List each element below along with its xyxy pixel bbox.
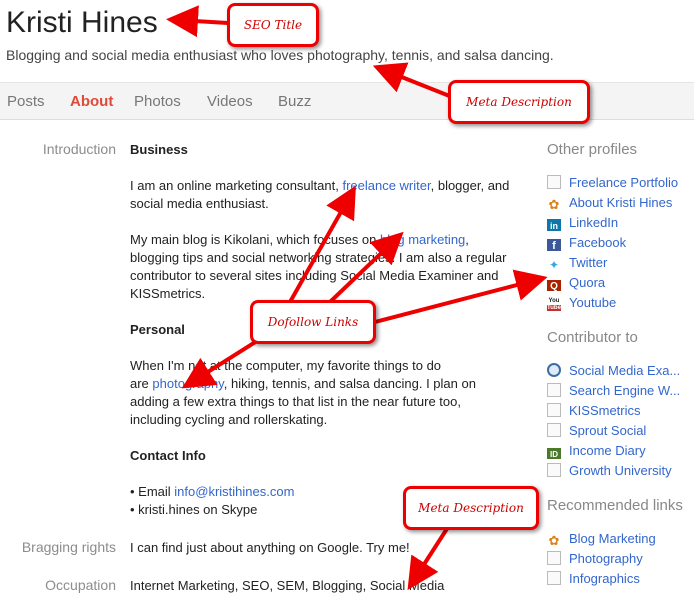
meta-description-callout-top: Meta Description: [448, 80, 590, 124]
callout-text: SEO Title: [230, 6, 316, 44]
meta-description-callout-bottom: Meta Description: [403, 486, 539, 530]
arrow-meta-bottom: [407, 522, 452, 591]
callout-text: Meta Description: [406, 489, 536, 527]
seo-title-callout: SEO Title: [227, 3, 319, 47]
callout-text: Meta Description: [451, 83, 587, 121]
dofollow-links-callout: Dofollow Links: [250, 300, 376, 344]
arrow-seo-title: [166, 5, 229, 38]
arrow-dofollow-2: [328, 231, 404, 304]
arrow-dofollow-1: [288, 185, 356, 303]
arrow-dofollow-3: [374, 269, 548, 324]
callout-text: Dofollow Links: [253, 303, 373, 341]
arrow-meta-top: [372, 62, 453, 99]
